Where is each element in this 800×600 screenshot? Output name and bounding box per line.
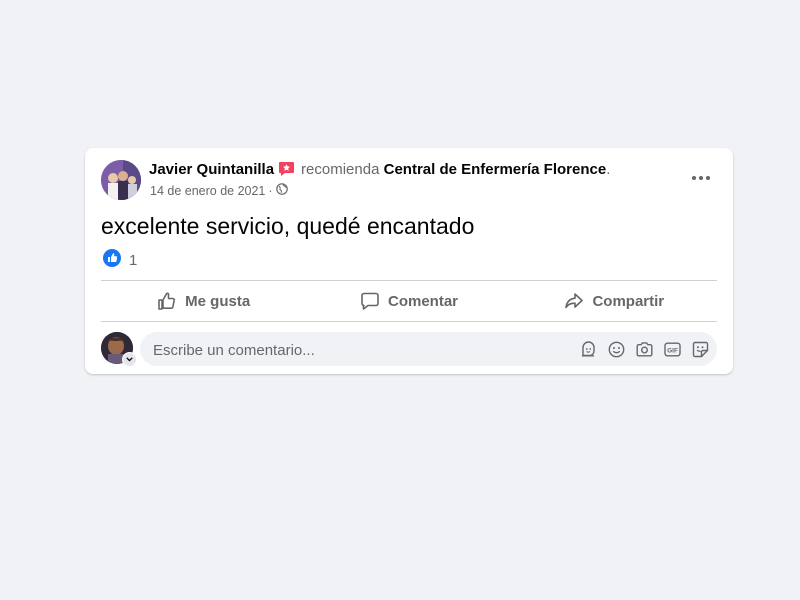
- share-button[interactable]: Compartir: [512, 281, 717, 321]
- emoji-icon[interactable]: [607, 340, 625, 358]
- share-label: Compartir: [592, 292, 665, 310]
- like-button[interactable]: Me gusta: [101, 281, 306, 321]
- post-actions: Me gusta Comentar Compartir: [101, 281, 717, 321]
- post-date[interactable]: 14 de enero de 2021: [150, 184, 265, 198]
- like-label: Me gusta: [185, 292, 251, 310]
- like-icon: [103, 249, 121, 271]
- author-name[interactable]: Javier Quintanilla: [149, 161, 274, 178]
- author-avatar[interactable]: [101, 160, 141, 200]
- divider-bottom: [101, 321, 717, 322]
- reaction-count: 1: [129, 251, 138, 269]
- svg-text:GIF: GIF: [667, 347, 678, 354]
- post-meta: 14 de enero de 2021 ·: [150, 183, 288, 198]
- more-options-button[interactable]: [687, 166, 715, 190]
- header-period: .: [606, 161, 611, 178]
- avatar-sticker-icon[interactable]: [579, 340, 597, 358]
- camera-icon[interactable]: [635, 340, 653, 358]
- thumbs-up-icon: [158, 292, 176, 310]
- post-card: Javier Quintanilla recomienda Central de …: [85, 148, 733, 374]
- recommendation-verb: recomienda: [301, 161, 380, 178]
- comment-button[interactable]: Comentar: [306, 281, 511, 321]
- comment-tools: GIF: [569, 340, 709, 358]
- comment-input-wrapper: GIF: [140, 332, 717, 368]
- share-arrow-icon: [565, 293, 584, 309]
- comment-input[interactable]: [151, 332, 535, 368]
- recommendation-badge-icon: [278, 161, 295, 177]
- comment-composer: GIF: [101, 332, 717, 368]
- post-text: excelente servicio, quedé encantado: [101, 213, 475, 239]
- reactions-summary[interactable]: 1: [103, 249, 137, 271]
- gif-icon[interactable]: GIF: [663, 340, 681, 358]
- post-header: Javier Quintanilla recomienda Central de …: [149, 161, 610, 179]
- page-name-link[interactable]: Central de Enfermería Florence: [384, 161, 607, 178]
- date-separator: ·: [268, 183, 273, 198]
- more-dots-icon: [692, 176, 710, 180]
- sticker-icon[interactable]: [691, 340, 709, 358]
- chevron-down-icon[interactable]: [122, 352, 137, 367]
- comment-bubble-icon: [361, 292, 379, 310]
- globe-icon[interactable]: [275, 183, 288, 198]
- comment-label: Comentar: [387, 292, 458, 310]
